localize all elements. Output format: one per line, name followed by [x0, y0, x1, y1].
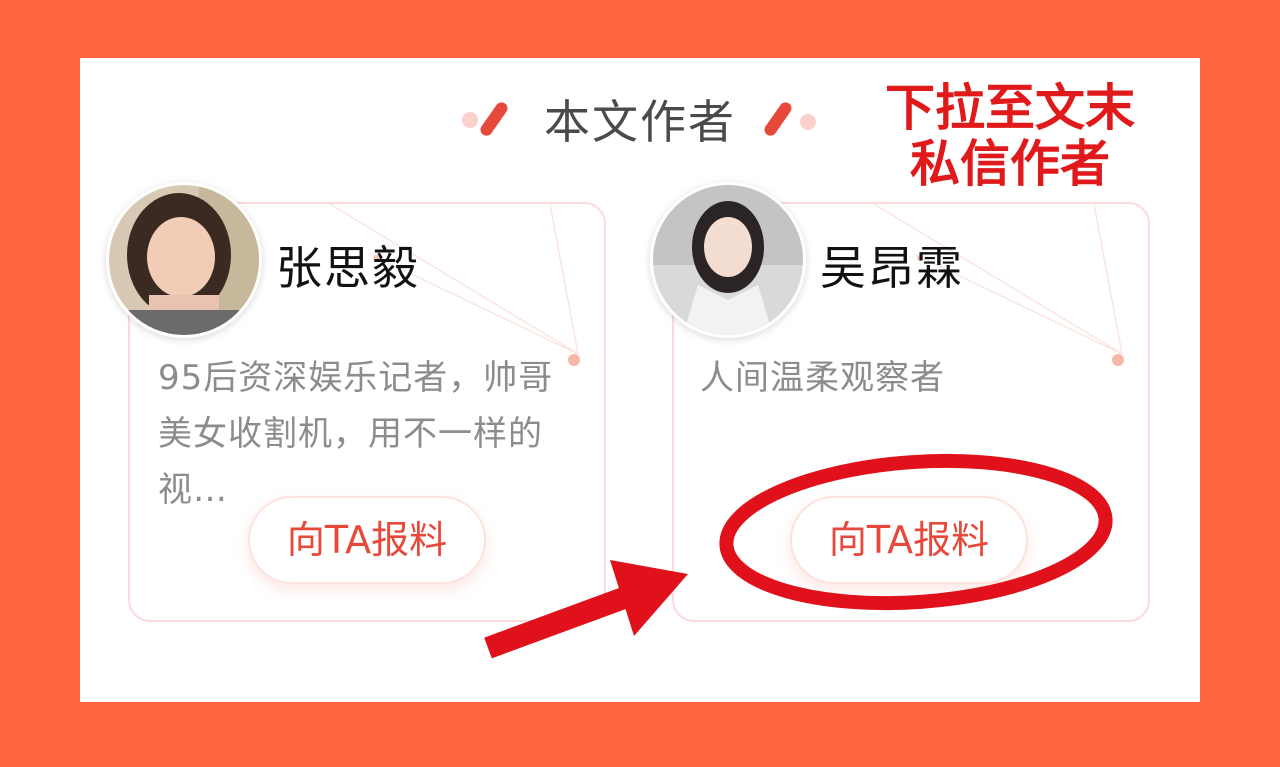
- author-name-2: 吴昂霖: [820, 241, 964, 295]
- report-button-2[interactable]: 向TA报料: [790, 496, 1028, 584]
- annotation-line-2: 私信作者: [910, 135, 1110, 193]
- title-decoration-dot-left: [462, 112, 478, 128]
- title-decoration-dot-right: [800, 114, 816, 130]
- author-bio-1: 95后资深娱乐记者，帅哥美女收割机，用不一样的视…: [158, 358, 554, 510]
- annotation-line-1: 下拉至文末: [885, 79, 1135, 137]
- annotation-text: 下拉至文末 私信作者: [880, 80, 1140, 192]
- author-avatar-1[interactable]: [106, 182, 262, 338]
- report-button-1[interactable]: 向TA报料: [248, 496, 486, 584]
- avatar-photo-icon: [653, 185, 803, 335]
- author-name-1: 张思毅: [276, 241, 420, 295]
- author-bio-2: 人间温柔观察者: [700, 358, 945, 398]
- avatar-photo-icon: [109, 185, 259, 335]
- section-title: 本文作者: [544, 95, 736, 149]
- author-avatar-2[interactable]: [650, 182, 806, 338]
